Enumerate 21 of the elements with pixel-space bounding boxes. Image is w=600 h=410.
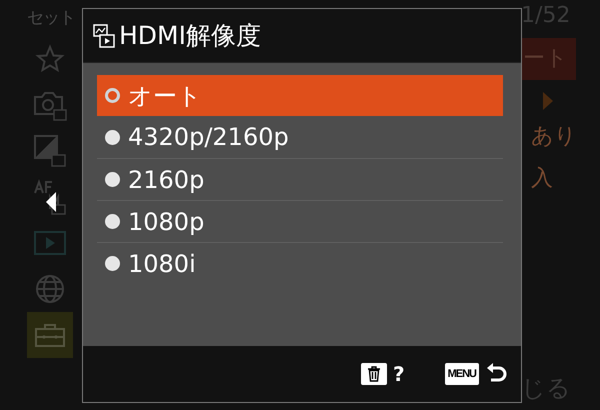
triangle-left-icon xyxy=(46,192,56,212)
option-item[interactable]: 2160p xyxy=(97,158,503,200)
setting-value: あり xyxy=(531,123,577,151)
option-item[interactable]: 4320p/2160p xyxy=(97,116,503,158)
toolbox-icon xyxy=(34,322,66,348)
exposure-icon xyxy=(32,133,68,169)
setting-value: 入 xyxy=(531,165,553,193)
menu-key: MENU xyxy=(444,363,479,385)
dialog-title: HDMI解像度 xyxy=(119,20,261,52)
option-item[interactable]: オート xyxy=(97,75,503,116)
option-item[interactable]: 1080i xyxy=(97,242,503,284)
help-label: ? xyxy=(393,362,405,386)
trash-key-icon xyxy=(361,363,387,385)
play-icon xyxy=(33,230,67,256)
picture-play-icon xyxy=(93,24,115,48)
globe-icon xyxy=(34,273,66,305)
option-item[interactable]: 1080p xyxy=(97,200,503,242)
triangle-right-icon xyxy=(543,92,553,110)
menu-title: セット xyxy=(27,7,75,30)
star-icon xyxy=(35,44,65,74)
af-mf-icon xyxy=(32,179,68,215)
